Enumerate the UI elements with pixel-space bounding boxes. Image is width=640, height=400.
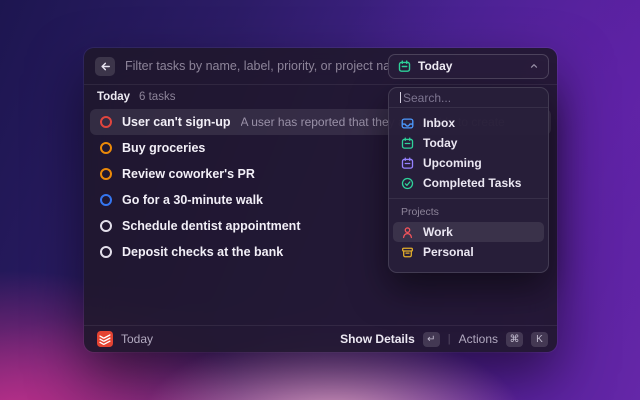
- command-palette-window: Filter tasks by name, label, priority, o…: [84, 48, 557, 352]
- priority-circle-icon[interactable]: [100, 142, 112, 154]
- calendar-icon: [398, 60, 411, 73]
- dropdown-filter-list: Inbox Today Upcoming Completed Tasks: [389, 108, 548, 198]
- show-details-button[interactable]: Show Details: [340, 332, 415, 346]
- project-item-work[interactable]: Work: [393, 222, 544, 242]
- dropdown-search-placeholder: Search...: [403, 91, 451, 105]
- dropdown-search-input[interactable]: Search...: [389, 88, 548, 108]
- dropdown-project-list: Work Personal: [389, 221, 548, 267]
- task-title: Buy groceries: [122, 141, 205, 155]
- topbar: Filter tasks by name, label, priority, o…: [84, 48, 557, 85]
- completed-check-icon: [401, 177, 414, 190]
- task-title: User can't sign-up: [122, 115, 231, 129]
- task-title: Deposit checks at the bank: [122, 245, 283, 259]
- dropdown-item-label: Completed Tasks: [423, 176, 521, 190]
- k-key-badge[interactable]: K: [531, 332, 548, 347]
- box-icon: [401, 246, 414, 259]
- priority-circle-icon[interactable]: [100, 168, 112, 180]
- dropdown-item-label: Upcoming: [423, 156, 482, 170]
- todoist-logo: [97, 331, 113, 347]
- project-item-label: Work: [423, 225, 453, 239]
- actions-button[interactable]: Actions: [459, 332, 498, 346]
- task-title: Schedule dentist appointment: [122, 219, 301, 233]
- footer-separator: |: [448, 333, 451, 345]
- inbox-icon: [401, 117, 414, 130]
- dropdown-item-upcoming[interactable]: Upcoming: [393, 153, 544, 173]
- task-title: Review coworker's PR: [122, 167, 255, 181]
- view-dropdown-panel: Search... Inbox Today Upcoming Completed Ta…: [388, 87, 549, 273]
- dropdown-item-inbox[interactable]: Inbox: [393, 113, 544, 133]
- projects-section-label: Projects: [389, 199, 548, 221]
- dropdown-item-completed-tasks[interactable]: Completed Tasks: [393, 173, 544, 193]
- person-icon: [401, 226, 414, 239]
- priority-circle-icon[interactable]: [100, 220, 112, 232]
- footer-app-label: Today: [121, 332, 153, 346]
- chevron-up-icon: [529, 61, 539, 71]
- arrow-left-icon: [99, 60, 112, 73]
- enter-key-badge[interactable]: ↵: [423, 332, 440, 347]
- cmd-key-badge[interactable]: ⌘: [506, 332, 523, 347]
- dropdown-item-today[interactable]: Today: [393, 133, 544, 153]
- list-header-title: Today: [97, 91, 130, 103]
- calendar-upcoming-icon: [401, 157, 414, 170]
- calendar-today-icon: [401, 137, 414, 150]
- list-header-count: 6 tasks: [139, 91, 175, 103]
- text-caret: [400, 92, 401, 103]
- priority-circle-icon[interactable]: [100, 116, 112, 128]
- dropdown-item-label: Inbox: [423, 116, 455, 130]
- desktop-background: Filter tasks by name, label, priority, o…: [0, 0, 640, 400]
- view-dropdown-label: Today: [418, 59, 452, 73]
- dropdown-item-label: Today: [423, 136, 457, 150]
- view-dropdown-button[interactable]: Today: [388, 54, 549, 79]
- priority-circle-icon[interactable]: [100, 246, 112, 258]
- footer: Today Show Details ↵ | Actions ⌘ K: [84, 325, 557, 352]
- priority-circle-icon[interactable]: [100, 194, 112, 206]
- task-title: Go for a 30-minute walk: [122, 193, 263, 207]
- filter-input[interactable]: Filter tasks by name, label, priority, o…: [125, 59, 388, 73]
- back-button[interactable]: [95, 57, 115, 76]
- list-header: Today 6 tasks: [97, 89, 175, 105]
- project-item-label: Personal: [423, 245, 474, 259]
- project-item-personal[interactable]: Personal: [393, 242, 544, 262]
